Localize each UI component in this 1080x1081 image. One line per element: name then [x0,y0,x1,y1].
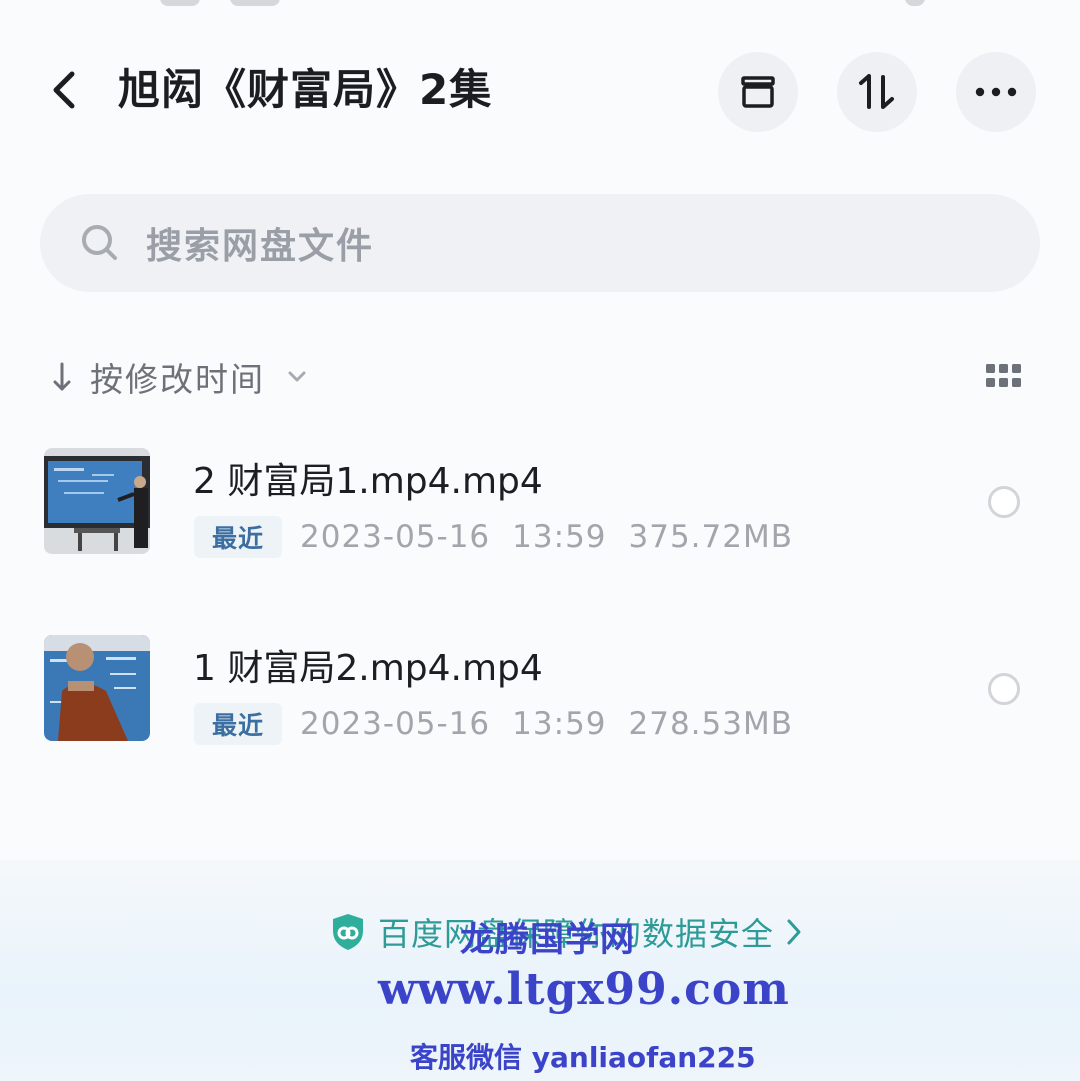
file-date: 2023-05-16 [300,519,491,555]
file-date: 2023-05-16 [300,706,491,742]
watermark-url: www.ltgx99.com [378,964,790,1015]
status-icon [230,0,280,6]
back-button[interactable] [40,62,90,118]
chevron-left-icon [53,71,75,109]
search-icon [82,225,117,260]
status-icon [160,0,200,6]
status-icon [905,0,925,6]
sort-arrows-icon [859,74,894,109]
search-placeholder: 搜索网盘文件 [146,226,375,267]
file-meta: 2023-05-16 13:59 278.53MB [300,703,793,745]
sort-toggle-button[interactable] [837,52,917,132]
archive-box-icon [741,76,775,108]
chevron-down-icon [288,371,306,382]
more-dots-icon [975,87,1017,97]
select-checkbox[interactable] [988,486,1020,518]
chevron-right-icon [787,919,801,945]
recent-badge: 最近 [194,703,282,745]
grid-view-icon[interactable] [986,360,1022,394]
search-input[interactable]: 搜索网盘文件 [40,194,1040,292]
arrow-down-icon [53,362,71,391]
file-row[interactable]: 2 财富局1.mp4.mp4 最近 2023-05-16 13:59 375.72M… [0,440,1080,590]
file-size: 375.72MB [628,519,793,555]
file-time: 13:59 [512,519,607,555]
select-checkbox[interactable] [988,673,1020,705]
file-size: 278.53MB [628,706,793,742]
video-thumbnail [44,448,150,554]
file-name: 1 财富局2.mp4.mp4 [193,648,543,689]
watermark-contact: 客服微信 yanliaofan225 [410,1041,756,1074]
file-row[interactable]: 1 财富局2.mp4.mp4 最近 2023-05-16 13:59 278.53M… [0,627,1080,777]
recent-badge: 最近 [194,516,282,558]
video-thumbnail [44,635,150,741]
sort-label: 按修改时间 [90,360,265,399]
sort-bar: 按修改时间 [50,352,1030,402]
top-app-bar: 旭闳《财富局》2集 [0,40,1080,140]
file-name: 2 财富局1.mp4.mp4 [193,461,543,502]
archive-button[interactable] [718,52,798,132]
shield-icon [333,914,363,950]
sort-dropdown[interactable]: 按修改时间 [50,352,307,402]
file-time: 13:59 [512,706,607,742]
watermark-site-name: 龙腾国学网 [460,920,635,960]
file-meta: 2023-05-16 13:59 375.72MB [300,516,793,558]
page-title: 旭闳《财富局》2集 [118,65,493,114]
status-bar [0,0,1080,10]
more-options-button[interactable] [956,52,1036,132]
